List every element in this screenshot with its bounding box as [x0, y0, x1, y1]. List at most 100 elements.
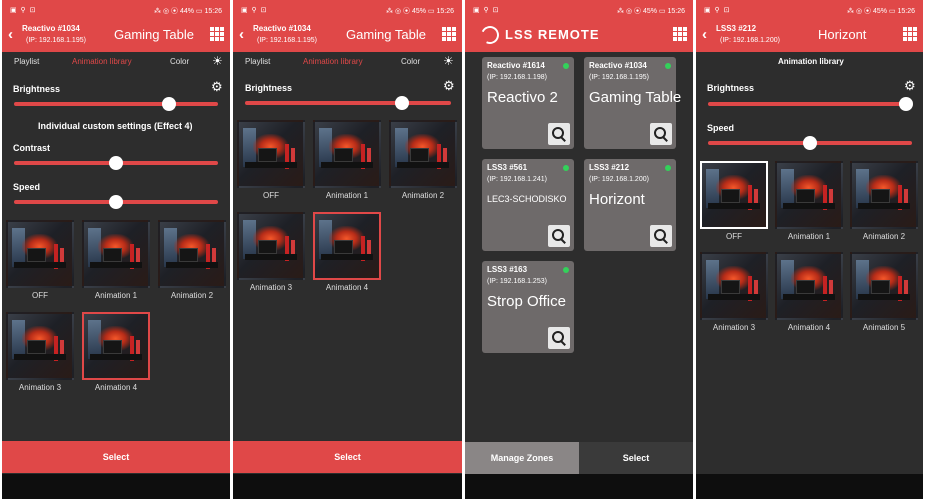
- online-status-dot: [563, 165, 569, 171]
- card-device-ip: (IP: 192.168.1.195): [589, 74, 649, 81]
- device-card-reactivo-2[interactable]: Reactivo #1614 (IP: 192.168.1.198) React…: [482, 57, 574, 149]
- gear-icon[interactable]: ⚙: [904, 79, 916, 92]
- device-card-strop-office[interactable]: LSS3 #163 (IP: 192.168.1.253) Strop Offi…: [482, 261, 574, 353]
- back-icon[interactable]: ‹: [8, 27, 13, 42]
- animation-tile-off[interactable]: OFF: [6, 220, 74, 300]
- brightness-slider-knob[interactable]: [394, 96, 409, 110]
- sun-icon[interactable]: ☀: [212, 55, 223, 67]
- speed-slider[interactable]: [14, 195, 218, 209]
- gear-icon[interactable]: ⚙: [211, 80, 223, 93]
- speed-slider-knob[interactable]: [803, 136, 817, 150]
- menu-grid-icon[interactable]: [903, 27, 917, 41]
- card-device-ip: (IP: 192.168.1.253): [487, 278, 547, 285]
- tab-color[interactable]: Color: [401, 57, 420, 66]
- screen-1-gaming-table-effect-settings: ▣ ⚲ ⊡ ⁂ ◎ ⦿ 44% ▭ 15:26 ‹ Reactivo #1034…: [2, 0, 230, 499]
- brightness-slider[interactable]: [245, 96, 451, 110]
- tile-label: Animation 3: [712, 323, 756, 332]
- animation-tile-4-selected[interactable]: Animation 4: [313, 212, 381, 292]
- card-zone-label: Horizont: [589, 191, 645, 208]
- select-button[interactable]: Select: [579, 442, 693, 474]
- tab-animation-library[interactable]: Animation library: [72, 57, 132, 66]
- animation-thumbnail: [82, 220, 150, 288]
- section-title: Individual custom settings (Effect 4): [38, 121, 193, 131]
- card-zone-label: Gaming Table: [589, 89, 682, 106]
- tile-label: Animation 5: [862, 323, 906, 332]
- magnifier-icon[interactable]: [548, 123, 570, 145]
- tab-bar: Playlist Animation library Color ☀: [233, 52, 462, 72]
- tab-animation-library[interactable]: Animation library: [303, 57, 363, 66]
- animation-tile-4-selected[interactable]: Animation 4: [82, 312, 150, 392]
- status-bar: ▣ ⚲ ⊡ ⁂ ◎ ⦿ 44% ▭ 15:26: [2, 0, 230, 20]
- tab-animation-library[interactable]: Animation library: [778, 57, 844, 66]
- device-ip: (IP: 192.168.1.200): [720, 37, 780, 44]
- menu-grid-icon[interactable]: [442, 27, 456, 41]
- magnifier-icon[interactable]: [650, 123, 672, 145]
- sun-icon[interactable]: ☀: [443, 55, 454, 67]
- status-bar: ▣ ⚲ ⊡ ⁂ ◎ ⦿ 45% ▭ 15:26: [465, 0, 693, 20]
- animation-thumbnail: [850, 161, 918, 229]
- animation-tile-2[interactable]: Animation 2: [158, 220, 226, 300]
- magnifier-icon[interactable]: [548, 225, 570, 247]
- animation-thumbnail: [700, 161, 768, 229]
- animation-tile-2[interactable]: Animation 2: [389, 120, 457, 200]
- animation-tile-1[interactable]: Animation 1: [775, 161, 843, 241]
- navigation-bar: [2, 474, 230, 499]
- tab-playlist[interactable]: Playlist: [14, 57, 39, 66]
- brightness-label: Brightness: [707, 83, 755, 93]
- navigation-bar: [696, 474, 923, 499]
- select-button[interactable]: Select: [2, 441, 230, 473]
- animation-thumbnail: [775, 161, 843, 229]
- tab-playlist[interactable]: Playlist: [245, 57, 270, 66]
- card-zone-label: LEC3-SCHODISKO: [487, 194, 567, 204]
- animation-tile-2[interactable]: Animation 2: [850, 161, 918, 241]
- tile-label: Animation 1: [787, 232, 831, 241]
- tile-label: Animation 4: [787, 323, 831, 332]
- online-status-dot: [563, 267, 569, 273]
- manage-zones-button[interactable]: Manage Zones: [465, 442, 579, 474]
- card-zone-label: Strop Office: [487, 293, 566, 310]
- back-icon[interactable]: ‹: [702, 27, 707, 42]
- select-button[interactable]: Select: [233, 441, 462, 473]
- status-icons-right: ⁂ ◎ ⦿ 44% ▭ 15:26: [154, 8, 222, 15]
- app-bar: ‹ LSS3 #212 (IP: 192.168.1.200) Horizont: [696, 20, 923, 52]
- device-card-horizont[interactable]: LSS3 #212 (IP: 192.168.1.200) Horizont: [584, 159, 676, 251]
- animation-tile-1[interactable]: Animation 1: [82, 220, 150, 300]
- speed-slider[interactable]: [708, 136, 912, 150]
- menu-grid-icon[interactable]: [210, 27, 224, 41]
- magnifier-icon[interactable]: [548, 327, 570, 349]
- device-card-gaming-table[interactable]: Reactivo #1034 (IP: 192.168.1.195) Gamin…: [584, 57, 681, 149]
- tile-label: Animation 2: [170, 291, 214, 300]
- status-bar: ▣ ⚲ ⊡ ⁂ ◎ ⦿ 45% ▭ 15:26: [696, 0, 923, 20]
- animation-tile-4[interactable]: Animation 4: [775, 252, 843, 332]
- speed-label: Speed: [13, 182, 41, 192]
- animation-tile-off[interactable]: OFF: [237, 120, 305, 200]
- online-status-dot: [563, 63, 569, 69]
- contrast-slider-knob[interactable]: [109, 156, 123, 170]
- animation-thumbnail: [850, 252, 918, 320]
- tile-label: Animation 4: [94, 383, 138, 392]
- animation-thumbnail: [82, 312, 150, 380]
- animation-tile-5[interactable]: Animation 5: [850, 252, 918, 332]
- brightness-slider[interactable]: [14, 97, 218, 111]
- brightness-slider[interactable]: [708, 97, 913, 111]
- menu-grid-icon[interactable]: [673, 27, 687, 41]
- animation-tile-3[interactable]: Animation 3: [6, 312, 74, 392]
- tab-bar: Animation library: [696, 52, 923, 72]
- animation-tile-off-selected[interactable]: OFF: [700, 161, 768, 241]
- status-icons-right: ⁂ ◎ ⦿ 45% ▭ 15:26: [386, 8, 454, 15]
- animation-tile-3[interactable]: Animation 3: [237, 212, 305, 292]
- back-icon[interactable]: ‹: [239, 27, 244, 42]
- animation-tile-3[interactable]: Animation 3: [700, 252, 768, 332]
- brightness-slider-knob[interactable]: [162, 97, 177, 111]
- speed-slider-knob[interactable]: [109, 195, 123, 209]
- gear-icon[interactable]: ⚙: [443, 79, 455, 92]
- card-device-name: LSS3 #561: [487, 163, 528, 172]
- page-title: Horizont: [818, 27, 867, 42]
- device-card-lec3-schodisko[interactable]: LSS3 #561 (IP: 192.168.1.241) LEC3-SCHOD…: [482, 159, 574, 251]
- animation-tile-1[interactable]: Animation 1: [313, 120, 381, 200]
- online-status-dot: [665, 63, 671, 69]
- brightness-slider-knob[interactable]: [898, 97, 913, 111]
- contrast-slider[interactable]: [14, 156, 218, 170]
- magnifier-icon[interactable]: [650, 225, 672, 247]
- tab-color[interactable]: Color: [170, 57, 189, 66]
